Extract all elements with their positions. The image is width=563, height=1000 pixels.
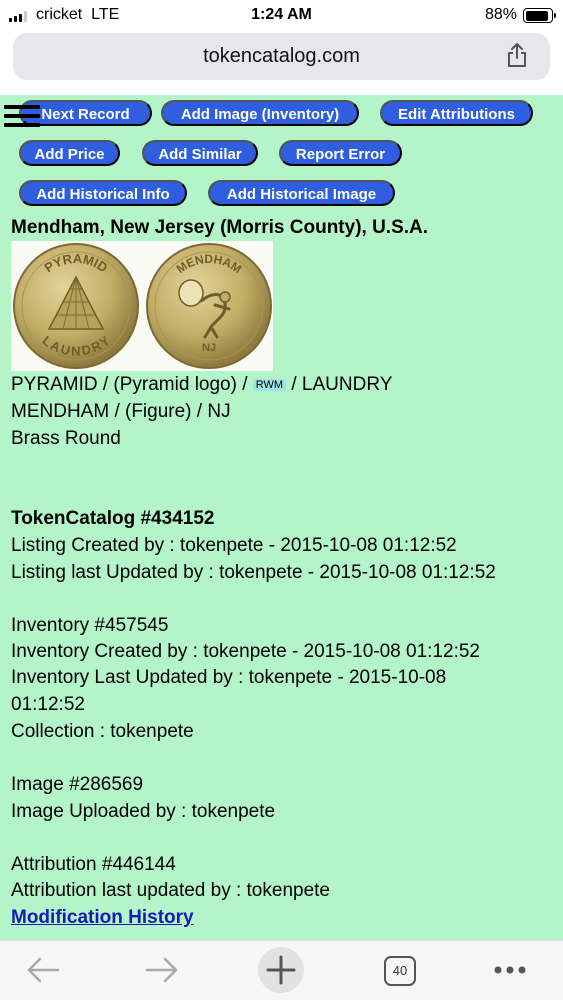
browser-toolbar: 40 xyxy=(0,940,563,1000)
add-price-button[interactable]: Add Price xyxy=(19,140,120,166)
more-icon[interactable] xyxy=(493,965,527,975)
back-arrow-icon[interactable] xyxy=(26,957,60,983)
add-historical-image-button[interactable]: Add Historical Image xyxy=(208,180,395,206)
collection: Collection : tokenpete xyxy=(11,721,194,742)
plus-icon[interactable] xyxy=(257,946,305,994)
battery-percentage: 88% xyxy=(484,6,517,23)
battery-fill xyxy=(525,10,548,21)
inventory-updated-line1: Inventory Last Updated by : tokenpete - … xyxy=(11,667,447,688)
image-uploaded: Image Uploaded by : tokenpete xyxy=(11,801,276,822)
add-historical-info-button[interactable]: Add Historical Info xyxy=(19,180,187,206)
page-content: Next Record Add Image (Inventory) Edit A… xyxy=(0,95,563,940)
catalog-number: TokenCatalog #434152 xyxy=(11,508,215,529)
attribution-number: Attribution #446144 xyxy=(11,854,176,875)
status-bar: cricket LTE 1:24 AM 88% xyxy=(0,0,563,30)
obverse-text: PYRAMID / (Pyramid logo) / xyxy=(11,374,253,395)
image-number: Image #286569 xyxy=(11,774,144,795)
address-bar[interactable]: tokencatalog.com xyxy=(13,33,550,80)
token-location-heading: Mendham, New Jersey (Morris County), U.S… xyxy=(11,217,429,238)
url-text[interactable]: tokencatalog.com xyxy=(13,45,550,68)
add-similar-button[interactable]: Add Similar xyxy=(142,140,258,166)
edit-attributions-button[interactable]: Edit Attributions xyxy=(380,100,533,126)
token-obverse-description: PYRAMID / (Pyramid logo) / RWM / LAUNDRY xyxy=(11,374,392,396)
token-reverse-description: MENDHAM / (Figure) / NJ xyxy=(11,401,231,422)
share-icon[interactable] xyxy=(506,42,528,68)
inventory-created: Inventory Created by : tokenpete - 2015-… xyxy=(11,641,480,662)
add-image-inventory-button[interactable]: Add Image (Inventory) xyxy=(161,100,359,126)
modification-history-link[interactable]: Modification History xyxy=(11,907,194,929)
coin-right-bottom-text: NJ xyxy=(202,342,216,354)
rwm-badge[interactable]: RWM xyxy=(252,379,287,391)
tab-count: 40 xyxy=(392,963,408,978)
battery-icon xyxy=(523,8,556,23)
token-material-shape: Brass Round xyxy=(11,428,121,449)
hamburger-menu-icon[interactable] xyxy=(4,105,40,129)
token-image[interactable]: PYRAMID LAUNDRY MENDHAM NJ xyxy=(11,241,273,371)
attribution-updated: Attribution last updated by : tokenpete xyxy=(11,880,330,901)
obverse-text-end: / LAUNDRY xyxy=(286,374,393,395)
report-error-button[interactable]: Report Error xyxy=(279,140,402,166)
listing-created: Listing Created by : tokenpete - 2015-10… xyxy=(11,535,457,556)
inventory-updated-line2: 01:12:52 xyxy=(11,694,85,715)
tabs-icon[interactable]: 40 xyxy=(383,955,417,987)
status-time: 1:24 AM xyxy=(251,6,312,23)
forward-arrow-icon[interactable] xyxy=(145,957,179,983)
listing-updated: Listing last Updated by : tokenpete - 20… xyxy=(11,562,496,583)
inventory-number: Inventory #457545 xyxy=(11,615,169,636)
